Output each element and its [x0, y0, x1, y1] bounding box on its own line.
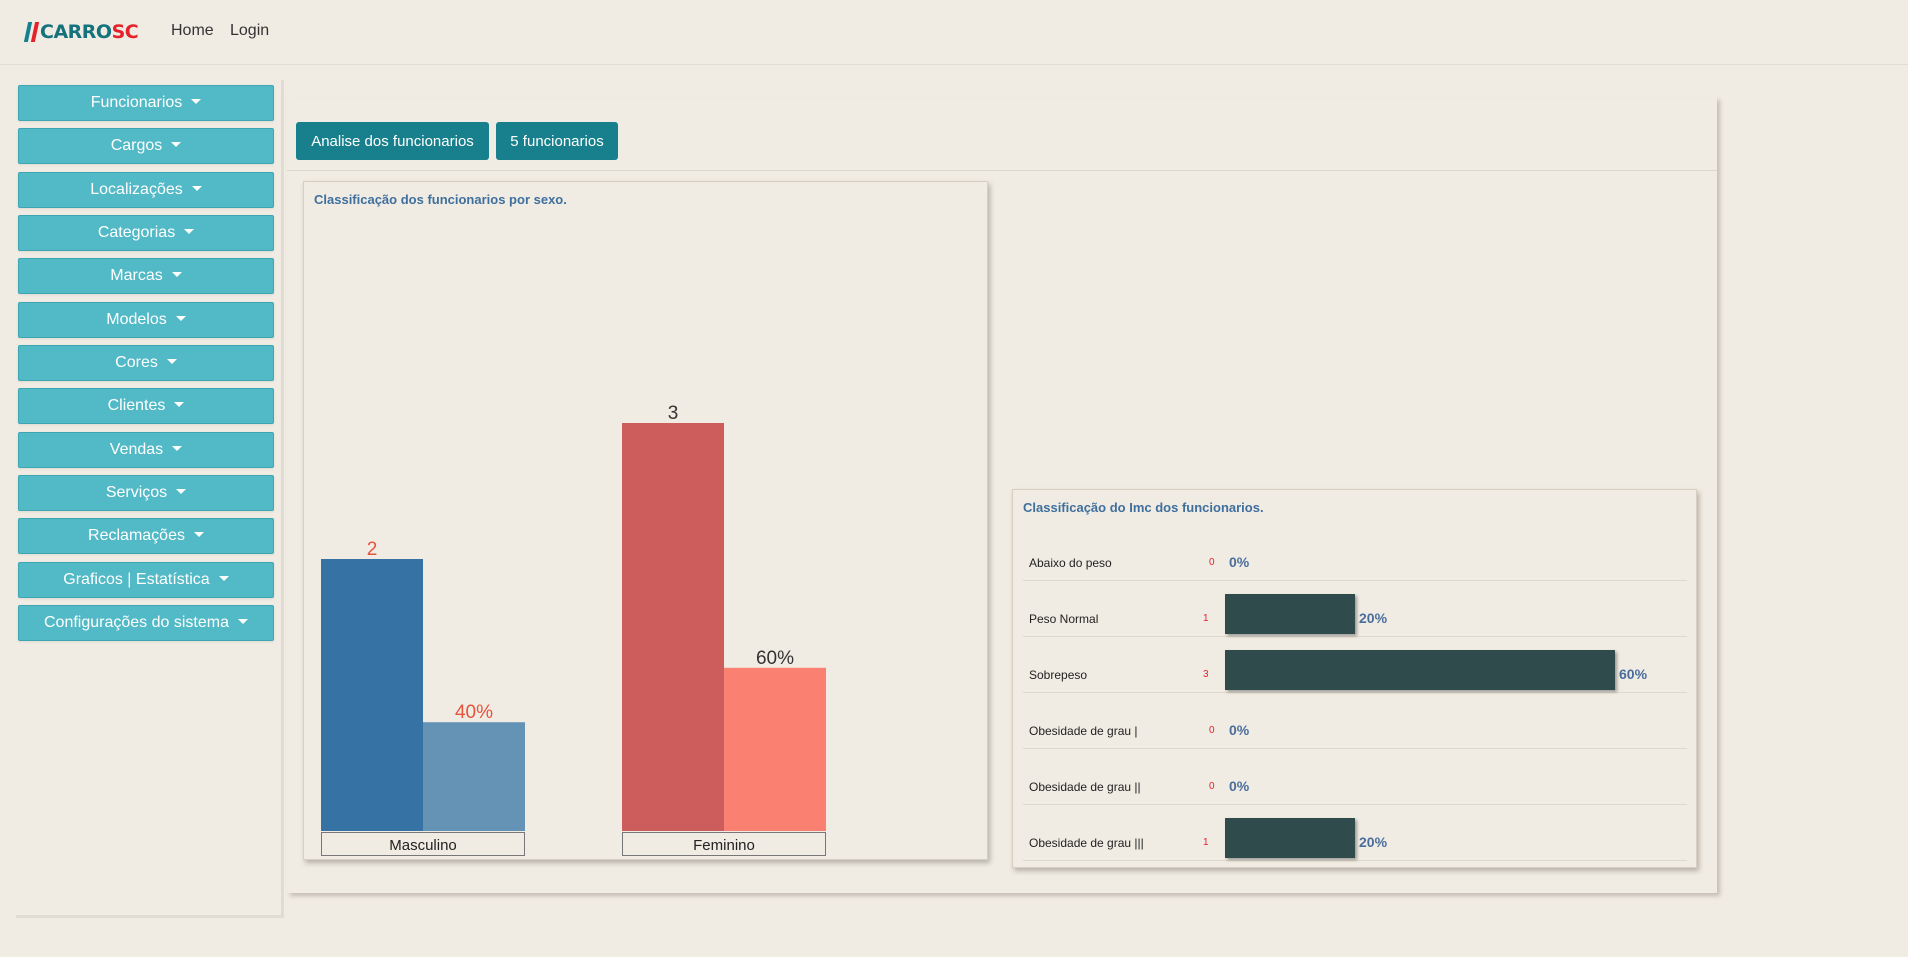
sidebar-item-configuracoes[interactable]: Configurações do sistema [18, 605, 274, 641]
nav-login-link[interactable]: Login [230, 22, 269, 40]
imc-chart-card: Classificação do Imc dos funcionarios. A… [1012, 489, 1697, 868]
chevron-down-icon [191, 185, 202, 191]
imc-category-label: Obesidade de grau ||| [1029, 836, 1144, 850]
sidebar-item-label: Configurações do sistema [44, 614, 229, 631]
sidebar-item-cargos[interactable]: Cargos [18, 128, 274, 164]
sidebar-item-label: Serviços [105, 484, 168, 501]
employee-count-button[interactable]: 5 funcionarios [496, 122, 618, 160]
data-label: 2 [367, 539, 378, 560]
sidebar-item-label: Cargos [110, 137, 163, 154]
count-bar [321, 559, 423, 831]
imc-row: Obesidade de grau ||| 1 20% [1023, 805, 1687, 861]
imc-percent-label: 0% [1229, 554, 1250, 570]
sidebar-item-label: Funcionarios [90, 94, 183, 111]
sidebar-item-label: Cores [115, 354, 158, 371]
chevron-down-icon [174, 401, 185, 407]
imc-category-label: Abaixo do peso [1029, 556, 1112, 570]
imc-bar [1225, 650, 1615, 690]
logo-stripe-red [30, 22, 40, 42]
percent-bar [423, 722, 525, 831]
imc-row: Obesidade de grau | 0 0% [1023, 693, 1687, 749]
sidebar-item-label: Marcas [110, 267, 163, 284]
imc-percent-label: 20% [1359, 610, 1388, 626]
sidebar-item-label: Modelos [106, 311, 167, 328]
imc-count-label: 3 [1203, 669, 1209, 680]
sidebar-item-label: Vendas [109, 441, 164, 458]
chevron-down-icon [191, 98, 202, 104]
category-label: Feminino [693, 837, 755, 854]
top-navbar: CARRO SC Home Login [0, 0, 1908, 65]
analysis-button[interactable]: Analise dos funcionarios [296, 122, 489, 160]
imc-percent-label: 0% [1229, 778, 1250, 794]
sidebar-item-categorias[interactable]: Categorias [18, 215, 274, 251]
chevron-down-icon [175, 315, 186, 321]
sidebar-item-modelos[interactable]: Modelos [18, 302, 274, 338]
sidebar-item-vendas[interactable]: Vendas [18, 432, 274, 468]
imc-row: Sobrepeso 3 60% [1023, 637, 1687, 693]
count-bar [622, 423, 724, 831]
sidebar: Funcionarios Cargos Localizações Categor… [16, 80, 284, 918]
chevron-down-icon [171, 141, 182, 147]
sex-chart-card: Classificação dos funcionarios por sexo.… [303, 181, 988, 860]
imc-row: Abaixo do peso 0 0% [1023, 525, 1687, 581]
sidebar-item-label: Clientes [107, 397, 166, 414]
category-label: Masculino [389, 837, 457, 854]
data-label: 60% [756, 648, 794, 669]
imc-category-label: Peso Normal [1029, 612, 1099, 626]
imc-category-label: Obesidade de grau | [1029, 724, 1138, 738]
imc-count-label: 0 [1209, 557, 1215, 568]
sidebar-item-reclamacoes[interactable]: Reclamações [18, 518, 274, 554]
chevron-down-icon [176, 488, 187, 494]
sidebar-item-graficos[interactable]: Graficos | Estatística [18, 562, 274, 598]
chevron-down-icon [218, 575, 229, 581]
imc-bar [1225, 818, 1355, 858]
imc-row: Obesidade de grau || 0 0% [1023, 749, 1687, 805]
brand-name-part2: SC [111, 21, 139, 43]
chevron-down-icon [184, 228, 195, 234]
nav-home-link[interactable]: Home [171, 22, 214, 40]
sidebar-item-cores[interactable]: Cores [18, 345, 274, 381]
imc-percent-label: 20% [1359, 834, 1388, 850]
sidebar-item-clientes[interactable]: Clientes [18, 388, 274, 424]
sidebar-item-label: Categorias [97, 224, 176, 241]
imc-category-label: Sobrepeso [1029, 668, 1088, 682]
imc-percent-label: 0% [1229, 722, 1250, 738]
chevron-down-icon [193, 531, 204, 537]
sidebar-item-label: Reclamações [88, 527, 185, 544]
imc-count-label: 1 [1203, 837, 1209, 848]
imc-count-label: 0 [1209, 725, 1215, 736]
data-label: 40% [455, 702, 493, 723]
imc-bar [1225, 594, 1355, 634]
imc-percent-label: 60% [1619, 666, 1648, 682]
sidebar-item-localizacoes[interactable]: Localizações [18, 172, 274, 208]
data-label: 3 [668, 403, 679, 424]
sex-chart: 2 40% Masculino 3 60% Feminino [321, 403, 826, 856]
brand-name-part1: CARRO [40, 21, 112, 43]
imc-count-label: 0 [1209, 781, 1215, 792]
sidebar-item-marcas[interactable]: Marcas [18, 258, 274, 294]
imc-count-label: 1 [1203, 613, 1209, 624]
sidebar-item-label: Localizações [90, 181, 183, 198]
sidebar-item-label: Graficos | Estatística [63, 571, 210, 588]
percent-bar [724, 667, 826, 831]
sidebar-item-funcionarios[interactable]: Funcionarios [18, 85, 274, 121]
divider [287, 170, 1717, 171]
chevron-down-icon [172, 445, 183, 451]
main-panel: Analise dos funcionarios 5 funcionarios … [287, 97, 1717, 893]
brand-logo[interactable]: CARRO SC [23, 20, 139, 44]
imc-chart-title: Classificação do Imc dos funcionarios. [1023, 500, 1264, 515]
chevron-down-icon [171, 271, 182, 277]
imc-row: Peso Normal 1 20% [1023, 581, 1687, 637]
sidebar-item-servicos[interactable]: Serviços [18, 475, 274, 511]
chevron-down-icon [166, 358, 177, 364]
chevron-down-icon [237, 618, 248, 624]
imc-category-label: Obesidade de grau || [1029, 780, 1141, 794]
